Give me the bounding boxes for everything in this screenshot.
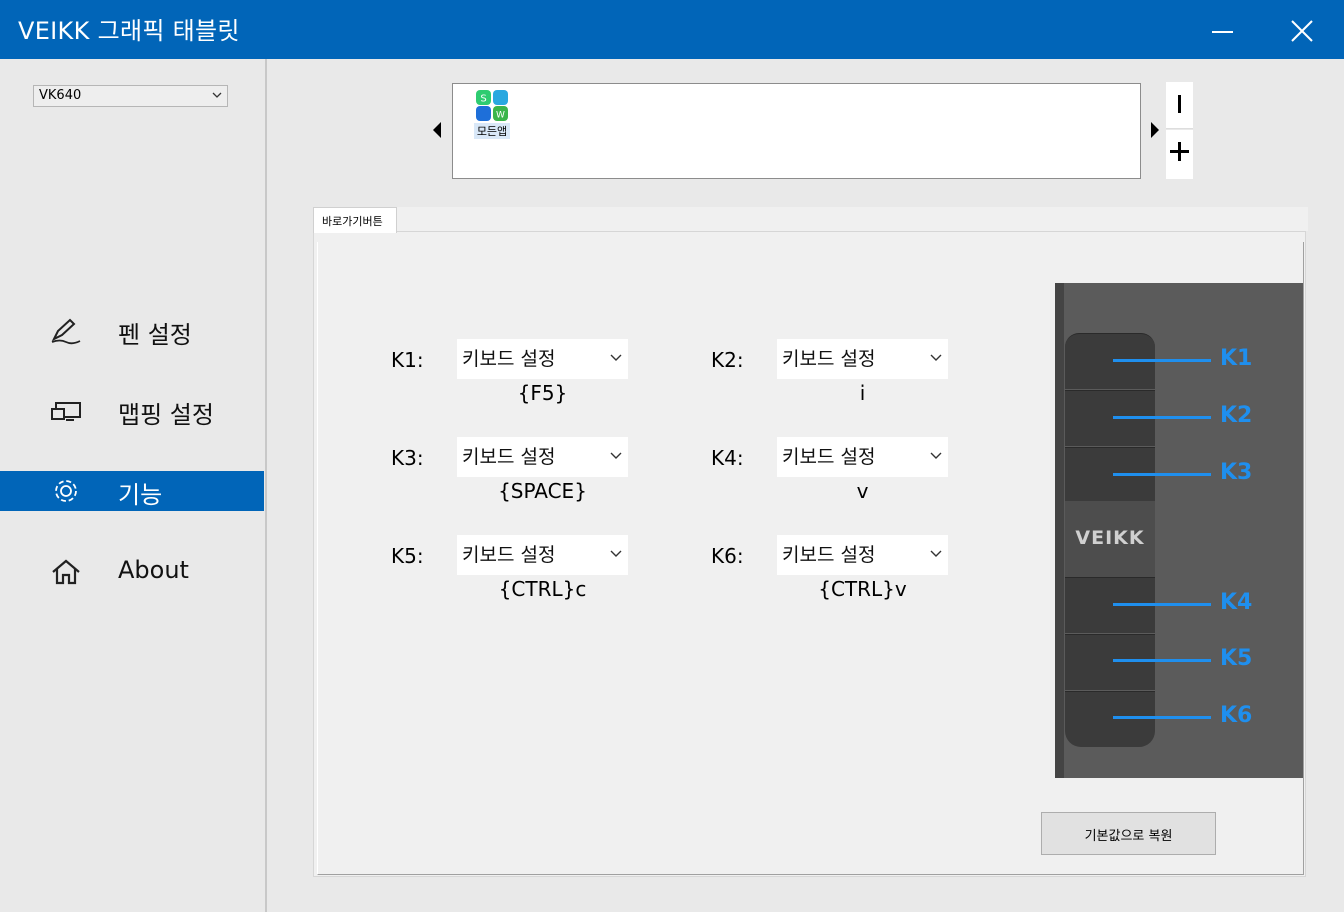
key-mode-value: 키보드 설정 [462,544,556,566]
close-icon [1291,20,1313,42]
scroll-left-arrow-icon[interactable] [430,120,444,140]
tablet-key-label: K4 [1220,590,1253,615]
tablet-logo: VEIKK [1075,527,1145,549]
tablet-key-line [1113,659,1211,662]
key-value-k1: {F5} [517,381,568,405]
restore-defaults-button[interactable]: 기본값으로 복원 [1041,812,1216,855]
tab-strip [313,207,1308,231]
chevron-down-icon [610,550,622,557]
sidebar-item-functions[interactable]: 기능 [0,471,264,511]
key-value-k3: {SPACE} [498,479,587,503]
tablet-key-label: K3 [1220,460,1253,485]
key-mode-value: 키보드 설정 [782,544,876,566]
tablet-key-line [1113,716,1211,719]
all-apps-icon: S W [476,90,508,121]
chevron-down-icon [930,550,942,557]
sidebar-item-pen-settings[interactable]: 펜 설정 [0,311,264,351]
tablet-key-label: K6 [1220,703,1253,728]
key-mode-select-k3[interactable]: 키보드 설정 [457,437,628,477]
key-label-k3: K3: [391,446,424,470]
key-value-k4: v [856,479,869,503]
app-item-label: 모든앱 [474,123,510,139]
chevron-down-icon [212,92,222,98]
minus-icon [1178,95,1181,113]
key-label-k4: K4: [711,446,744,470]
svg-text:W: W [496,111,505,121]
key-mode-value: 키보드 설정 [782,348,876,370]
tablet-edge [1055,283,1064,778]
sidebar-item-mapping-settings[interactable]: 맵핑 설정 [0,391,264,431]
key-mode-select-k5[interactable]: 키보드 설정 [457,535,628,575]
tablet-key-line [1113,416,1211,419]
key-value-k6: {CTRL}v [818,577,907,601]
tablet-key-5 [1065,634,1155,690]
key-mode-select-k2[interactable]: 키보드 설정 [777,339,948,379]
tablet-key-6 [1065,691,1155,747]
pen-icon [51,318,81,345]
model-select[interactable]: VK640 [33,85,228,107]
key-label-k5: K5: [391,544,424,568]
scroll-right-arrow-icon[interactable] [1148,120,1162,140]
sidebar: VK640 펜 설정 맵핑 설정 기능 About [0,59,267,912]
sidebar-item-label: 기능 [118,481,163,509]
key-value-k5: {CTRL}c [498,577,587,601]
model-select-value: VK640 [39,88,82,103]
tablet-key-label: K1 [1220,346,1253,371]
tablet-key-label: K5 [1220,646,1253,671]
title-bar: VEIKK 그래픽 태블릿 [0,0,1344,59]
key-mode-select-k6[interactable]: 키보드 설정 [777,535,948,575]
minimize-button[interactable] [1206,14,1240,48]
svg-text:S: S [480,94,486,105]
app-item-all[interactable]: S W 모든앱 [474,88,510,140]
gear-icon [55,480,77,502]
tablet-illustration: VEIKK K1 K2 K3 K4 K5 K6 [1055,283,1303,778]
sidebar-item-label: 펜 설정 [118,321,192,349]
tab-shortcut-buttons[interactable]: 바로가기버튼 [313,207,397,233]
sidebar-item-label: 맵핑 설정 [118,401,214,429]
tablet-key-label: K2 [1220,403,1253,428]
key-label-k2: K2: [711,348,744,372]
key-value-k2: i [859,381,866,405]
monitor-icon [51,402,81,421]
plus-icon [1170,142,1189,161]
tablet-key-line [1113,359,1211,362]
chevron-down-icon [610,354,622,361]
add-app-button[interactable] [1166,130,1193,179]
key-label-k6: K6: [711,544,744,568]
home-icon [52,559,80,585]
key-mode-value: 키보드 설정 [462,348,556,370]
key-label-k1: K1: [391,348,424,372]
chevron-down-icon [610,452,622,459]
key-mode-value: 키보드 설정 [782,446,876,468]
close-button[interactable] [1285,14,1319,48]
chevron-down-icon [930,452,942,459]
app-list: S W 모든앱 [452,83,1141,179]
sidebar-item-label: About [118,556,189,584]
remove-app-button[interactable] [1166,82,1193,129]
window-title: VEIKK 그래픽 태블릿 [18,17,240,45]
sidebar-item-about[interactable]: About [0,552,264,592]
tablet-key-line [1113,603,1211,606]
key-mode-select-k1[interactable]: 키보드 설정 [457,339,628,379]
key-mode-select-k4[interactable]: 키보드 설정 [777,437,948,477]
tablet-key-line [1113,473,1211,476]
chevron-down-icon [930,354,942,361]
key-mode-value: 키보드 설정 [462,446,556,468]
